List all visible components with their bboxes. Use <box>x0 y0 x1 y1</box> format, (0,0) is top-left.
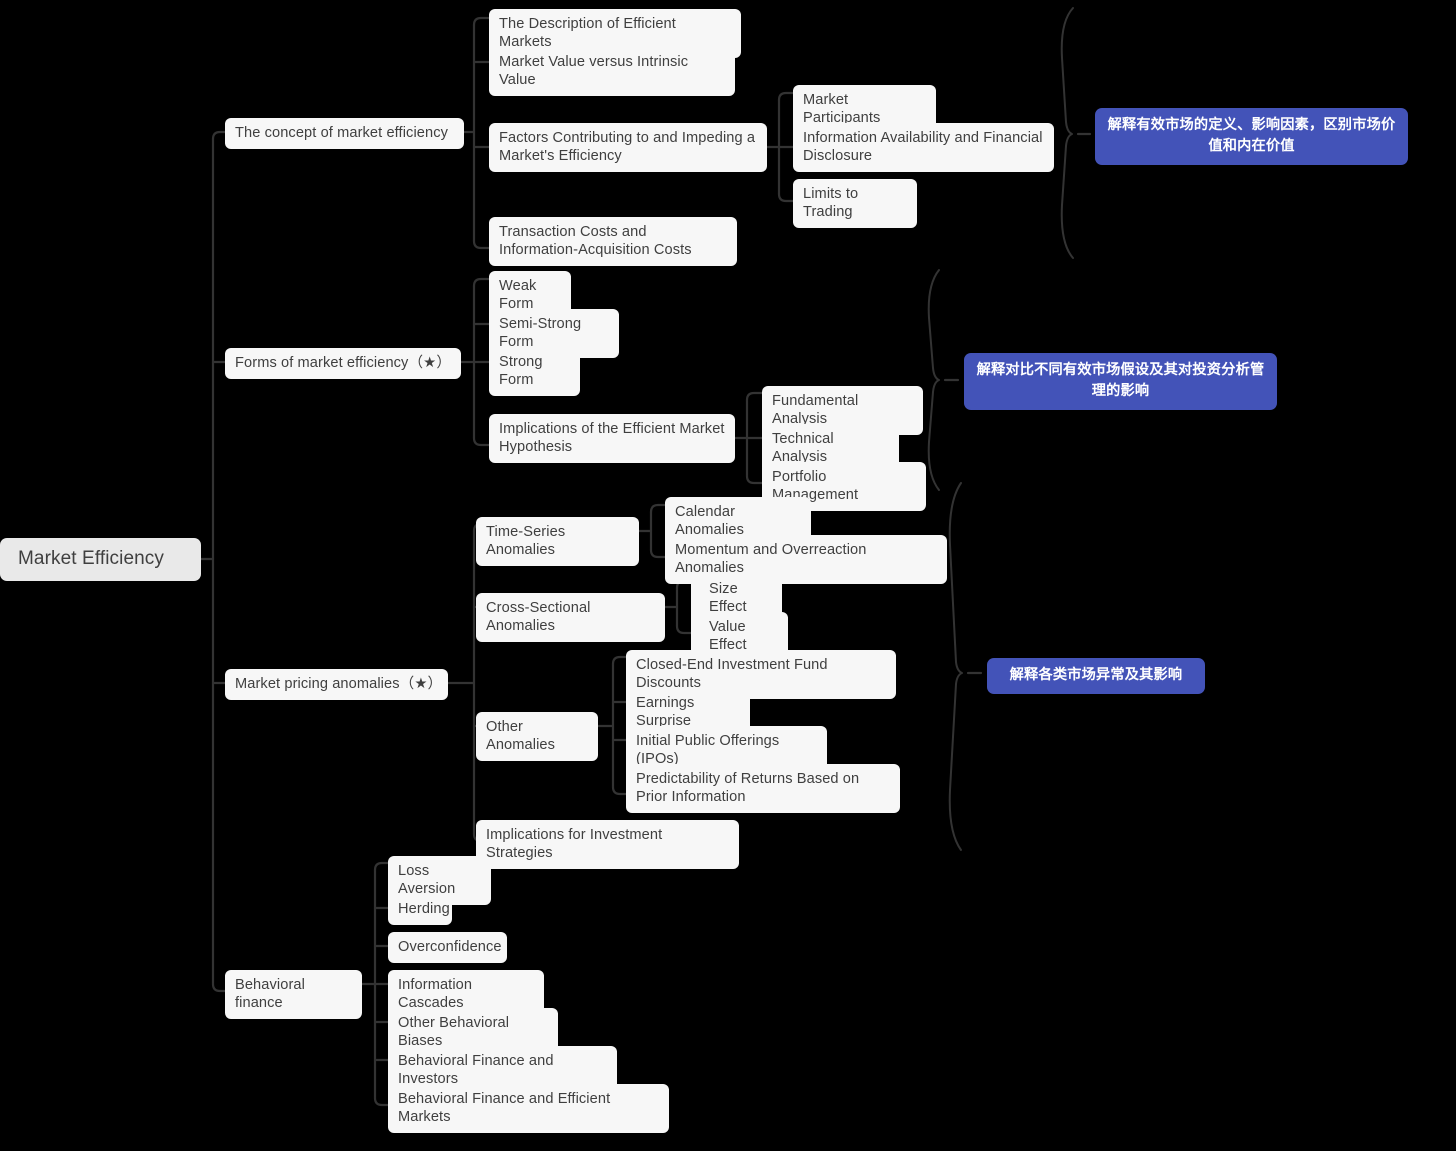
node-implications-of-efficient-market-hypothesis[interactable]: Implications of the Efficient Market Hyp… <box>489 414 735 463</box>
edge-b1-c4 <box>472 239 491 250</box>
edge-b3c2-g2 <box>675 624 693 635</box>
node-limits-to-trading[interactable]: Limits to Trading <box>793 179 917 228</box>
edge-root-to-b1 <box>211 130 227 141</box>
brace-anomalies <box>948 482 963 851</box>
node-market-value-versus-intrinsic-value[interactable]: Market Value versus Intrinsic Value <box>489 47 735 96</box>
node-transaction-and-information-acquisition-costs[interactable]: Transaction Costs and Information-Acquis… <box>489 217 737 266</box>
brace-forms <box>927 269 940 491</box>
node-overconfidence[interactable]: Overconfidence <box>388 932 507 963</box>
edge-b1-c1 <box>472 16 491 27</box>
edge-b2c4-g1 <box>745 391 764 402</box>
edge-b3c3-g1 <box>611 655 628 666</box>
node-strong-form[interactable]: Strong Form <box>489 347 580 396</box>
edge-root-to-b4 <box>211 982 227 993</box>
summary-forms[interactable]: 解释对比不同有效市场假设及其对投资分析管理的影响 <box>964 353 1277 410</box>
edge-b2-c4 <box>472 436 491 447</box>
node-information-availability-financial-disclosure[interactable]: Information Availability and Financial D… <box>793 123 1054 172</box>
node-herding[interactable]: Herding <box>388 894 452 925</box>
brace-concept <box>1060 7 1074 259</box>
node-behavioral-finance[interactable]: Behavioral finance <box>225 970 362 1019</box>
edge-b4-c7 <box>373 1096 390 1107</box>
mindmap-canvas: Market Efficiency The concept of market … <box>0 0 1456 1151</box>
node-time-series-anomalies[interactable]: Time-Series Anomalies <box>476 517 639 566</box>
edge-b4-c1 <box>373 861 390 872</box>
edge-b2-c1 <box>472 277 491 288</box>
node-factors-contributing-impeding-efficiency[interactable]: Factors Contributing to and Impeding a M… <box>489 123 767 172</box>
node-behavioral-finance-and-efficient-markets[interactable]: Behavioral Finance and Efficient Markets <box>388 1084 669 1133</box>
node-market-pricing-anomalies[interactable]: Market pricing anomalies（★） <box>225 669 448 700</box>
node-cross-sectional-anomalies[interactable]: Cross-Sectional Anomalies <box>476 593 665 642</box>
edge-b1c3-g1 <box>777 91 795 102</box>
node-implications-for-investment-strategies[interactable]: Implications for Investment Strategies <box>476 820 739 869</box>
edge-b3c3-g4 <box>611 785 628 796</box>
edge-b3c1-g2 <box>649 548 667 559</box>
node-forms-of-market-efficiency[interactable]: Forms of market efficiency（★） <box>225 348 461 379</box>
summary-anomalies[interactable]: 解释各类市场异常及其影响 <box>987 658 1205 694</box>
root-node[interactable]: Market Efficiency <box>0 538 201 581</box>
summary-concept[interactable]: 解释有效市场的定义、影响因素，区别市场价值和内在价值 <box>1095 108 1408 165</box>
node-predictability-of-returns-prior-information[interactable]: Predictability of Returns Based on Prior… <box>626 764 900 813</box>
node-other-anomalies[interactable]: Other Anomalies <box>476 712 598 761</box>
edge-b3c1-g1 <box>649 503 667 514</box>
node-concept-of-market-efficiency[interactable]: The concept of market efficiency <box>225 118 464 149</box>
edge-b2c4-g3 <box>745 474 764 485</box>
edge-b1c3-g3 <box>777 192 795 203</box>
